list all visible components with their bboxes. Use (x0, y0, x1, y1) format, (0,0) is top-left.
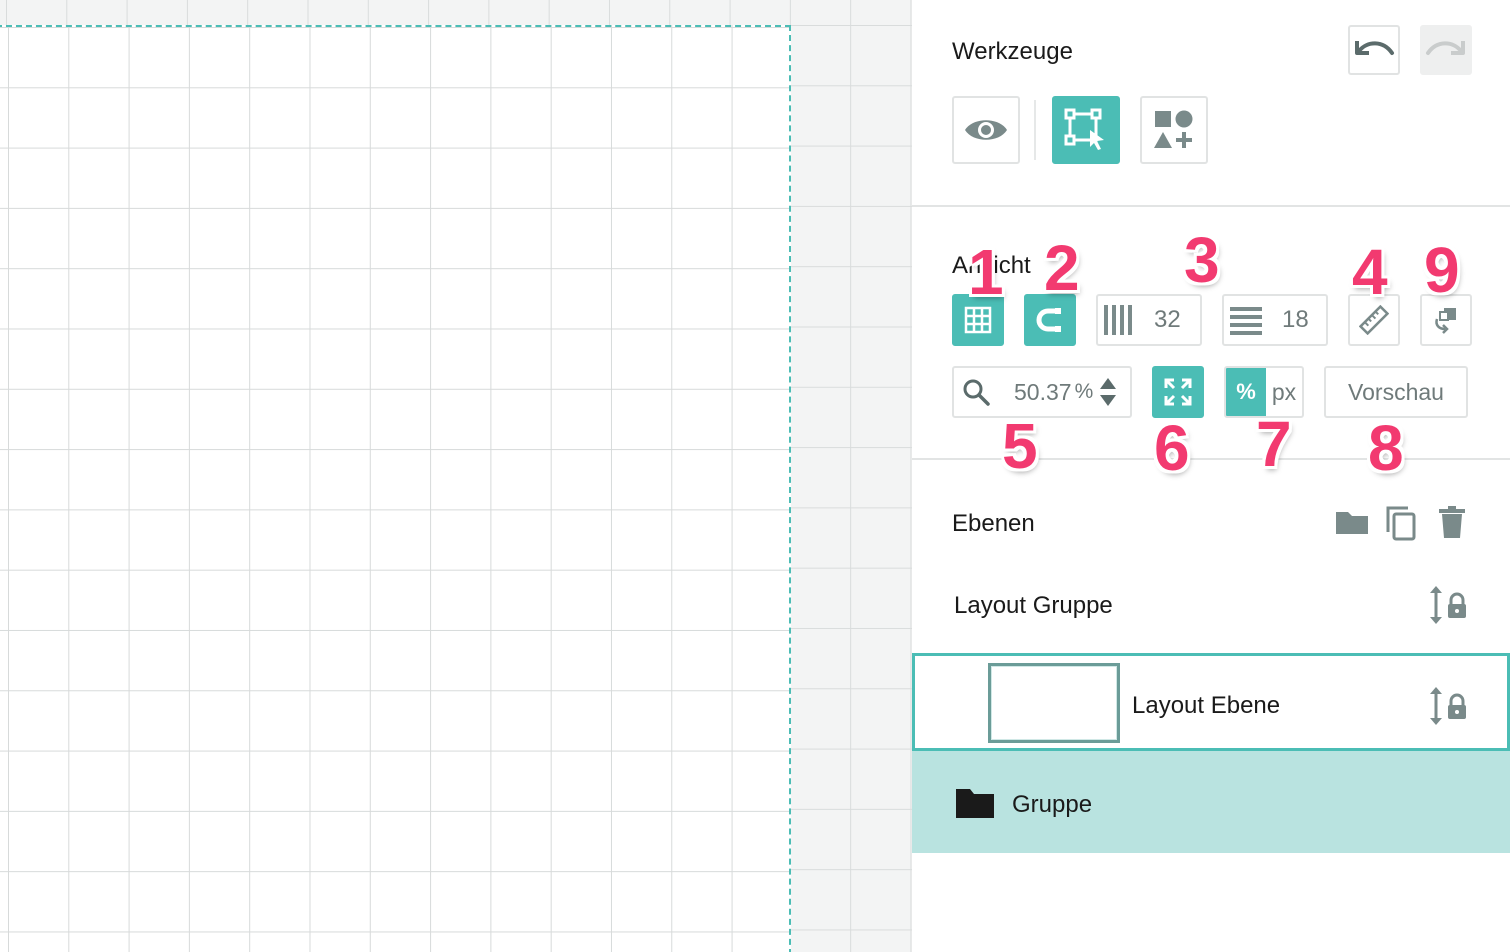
transform-select-icon (1064, 108, 1104, 150)
move-lock-icon[interactable] (1426, 583, 1470, 627)
marker-3: 3 (1184, 224, 1220, 296)
fit-screen-button[interactable] (1152, 366, 1204, 418)
columns-field[interactable]: 32 (1096, 294, 1202, 346)
folder-icon (956, 789, 994, 818)
add-shapes-icon (1154, 110, 1193, 148)
magnet-icon (1036, 308, 1061, 332)
trash-icon[interactable] (1436, 504, 1468, 540)
rows-value[interactable]: 18 (1282, 306, 1309, 334)
section-divider (912, 205, 1510, 207)
duplicate-icon[interactable] (1384, 504, 1420, 542)
marker-5: 5 (1002, 410, 1038, 482)
redo-button[interactable] (1420, 25, 1472, 75)
group-label[interactable]: Gruppe (1012, 791, 1092, 819)
marker-6: 6 (1154, 412, 1190, 484)
marker-2: 2 (1044, 232, 1080, 304)
ruler-icon (1359, 305, 1389, 335)
zoom-unit: % (1074, 380, 1094, 403)
eye-icon (965, 120, 1007, 140)
layer-label[interactable]: Layout Ebene (1132, 692, 1280, 720)
zoom-value[interactable]: 50.37 (1014, 379, 1072, 406)
tools-title: Werkzeuge (952, 38, 1073, 65)
canvas-area[interactable] (0, 0, 912, 952)
preview-mode-button[interactable] (952, 96, 1020, 164)
marker-7: 7 (1256, 408, 1292, 480)
rows-icon (1230, 307, 1262, 335)
undo-button[interactable] (1348, 25, 1400, 75)
marker-4: 4 (1352, 236, 1388, 308)
group-row[interactable]: Gruppe (912, 751, 1510, 853)
layer-row[interactable]: Layout Gruppe (912, 565, 1510, 653)
redo-icon (1426, 41, 1465, 55)
zoom-field[interactable]: 50.37 % (952, 366, 1132, 418)
add-shape-button[interactable] (1140, 96, 1208, 164)
move-lock-icon[interactable] (1426, 684, 1470, 728)
tools-separator (1034, 100, 1036, 160)
layer-row-selected[interactable]: Layout Ebene (912, 653, 1510, 751)
undo-icon (1355, 41, 1394, 55)
marker-9: 9 (1424, 234, 1460, 306)
layer-label[interactable]: Layout Gruppe (954, 592, 1113, 620)
search-icon (963, 379, 990, 406)
layers-title: Ebenen (952, 510, 1035, 537)
marker-1: 1 (968, 236, 1004, 308)
columns-value[interactable]: 32 (1154, 306, 1181, 334)
grid-icon (964, 306, 992, 334)
layer-swap-icon (1435, 308, 1456, 334)
layer-thumbnail (988, 663, 1120, 743)
transform-tool-button[interactable] (1052, 96, 1120, 164)
rows-field[interactable]: 18 (1222, 294, 1328, 346)
preview-button[interactable]: Vorschau (1324, 366, 1468, 418)
new-folder-icon[interactable] (1334, 506, 1370, 538)
columns-icon (1104, 305, 1132, 335)
marker-8: 8 (1368, 412, 1404, 484)
side-panel: Werkzeuge Ansicht 32 18 50.37 % % px Vor… (912, 0, 1510, 952)
artboard[interactable] (0, 25, 791, 952)
stepper-icon[interactable] (1099, 375, 1117, 409)
fit-screen-icon (1164, 378, 1192, 406)
